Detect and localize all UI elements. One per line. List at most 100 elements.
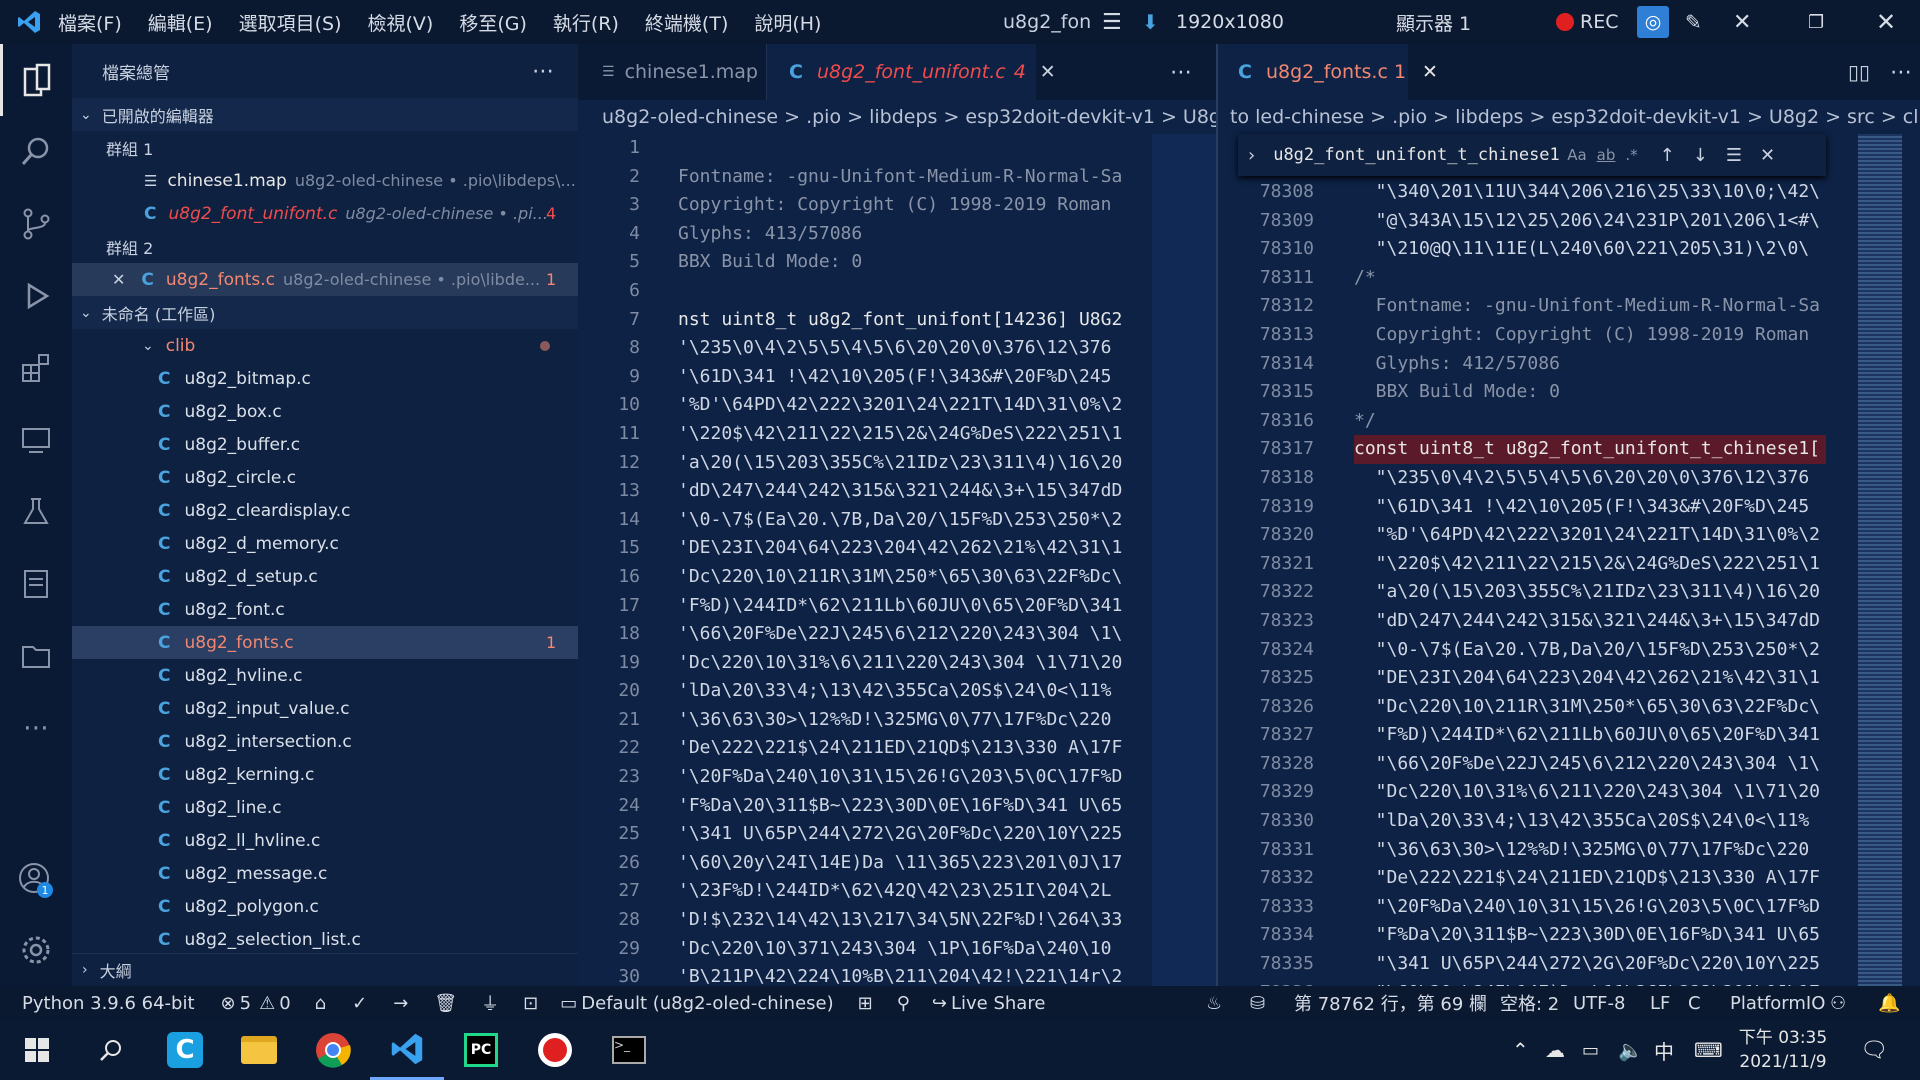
- flame-icon[interactable]: ♨: [1206, 993, 1222, 1014]
- notes-icon[interactable]: [0, 548, 72, 620]
- code-line[interactable]: "\20F%Da\240\10\31\15\26!G\203\5\0C\17F%…: [1354, 893, 1826, 922]
- code-line[interactable]: Copyright: Copyright (C) 1998-2019 Roman: [678, 191, 1152, 220]
- file-item[interactable]: Cu8g2_polygon.c: [72, 890, 578, 923]
- code-line[interactable]: Fontname: -gnu-Unifont-Medium-R-Normal-S…: [678, 163, 1152, 192]
- code-line[interactable]: "\0-\7$(Ea\20.\7B,Da\20/\15F%D\253\250*\…: [1354, 636, 1826, 665]
- open-editor-fonts[interactable]: ✕ C u8g2_fonts.c u8g2-oled-chinese • .pi…: [72, 263, 578, 296]
- code-line[interactable]: "F%D)\244ID*\62\211Lb\60JU\0\65\20F%D\34…: [1354, 721, 1826, 750]
- close-icon[interactable]: ✕: [112, 270, 125, 289]
- file-item[interactable]: Cu8g2_ll_hvline.c: [72, 824, 578, 857]
- code-line[interactable]: */: [1354, 407, 1826, 436]
- indentation[interactable]: 空格: 2: [1500, 990, 1559, 1016]
- code-line[interactable]: 'Dc\220\10\371\243\304 \1P\16F%Da\240\10: [678, 935, 1152, 964]
- keyboard-icon[interactable]: ⌨: [1694, 1038, 1723, 1062]
- code-line[interactable]: "\210@Q\11\11E(L\240\60\221\205\31)\2\0\: [1354, 235, 1826, 264]
- code-line[interactable]: /*: [1354, 264, 1826, 293]
- platformio-label[interactable]: PlatformIO: [1730, 993, 1825, 1014]
- code-line[interactable]: "Dc\220\10\211R\31M\250*\65\30\63\22F%Dc…: [1354, 693, 1826, 722]
- windows-start-icon[interactable]: [0, 1020, 74, 1080]
- code-line[interactable]: Glyphs: 413/57086: [678, 220, 1152, 249]
- clock[interactable]: 下午 03:35 2021/11/9: [1738, 1026, 1828, 1074]
- notification-center-icon[interactable]: 🗨: [1860, 1038, 1888, 1063]
- database-icon[interactable]: ⛁: [1250, 993, 1265, 1014]
- code-line[interactable]: "@\343A\15\12\25\206\24\231P\201\206\1<#…: [1354, 207, 1826, 236]
- search-icon[interactable]: [0, 116, 72, 188]
- file-item[interactable]: Cu8g2_d_setup.c: [72, 560, 578, 593]
- tray-chevron-icon[interactable]: ⌃: [1512, 1038, 1529, 1062]
- code-line[interactable]: "a\20(\15\203\355C%\21IDz\23\311\4)\16\2…: [1354, 578, 1826, 607]
- code-line[interactable]: "lDa\20\33\4;\13\42\355Ca\20S$\24\0<\11%: [1354, 807, 1826, 836]
- match-case-toggle[interactable]: Aa: [1567, 146, 1586, 164]
- vscode-taskbar-icon[interactable]: [370, 1020, 444, 1080]
- next-match-icon[interactable]: ↓: [1693, 145, 1708, 166]
- menu-go[interactable]: 移至(G): [459, 9, 527, 36]
- home-icon[interactable]: ⌂: [315, 993, 326, 1014]
- chrome-icon[interactable]: [296, 1020, 370, 1080]
- code-line[interactable]: '\61D\341 !\42\10\205(F!\343&#\20F%D\245: [678, 363, 1152, 392]
- code-line[interactable]: '\341 U\65P\244\272\2G\20F%Dc\220\10Y\22…: [678, 820, 1152, 849]
- code-area-1[interactable]: Fontname: -gnu-Unifont-Medium-R-Normal-S…: [678, 134, 1152, 992]
- menu-help[interactable]: 說明(H): [754, 9, 821, 36]
- file-item[interactable]: Cu8g2_selection_list.c: [72, 923, 578, 956]
- open-editor-chinese1-map[interactable]: ☰ chinese1.map u8g2-oled-chinese • .pio\…: [72, 164, 578, 197]
- clean-trash-icon[interactable]: 🗑: [434, 993, 457, 1014]
- code-line[interactable]: 'D!$\232\14\42\13\217\34\5N\22F%D!\264\3…: [678, 906, 1152, 935]
- chevron-right-icon[interactable]: ›: [1248, 145, 1255, 166]
- file-item[interactable]: Cu8g2_font.c: [72, 593, 578, 626]
- code-line[interactable]: '\36\63\30>\12%%D!\325MG\0\77\17F%Dc\220: [678, 706, 1152, 735]
- file-item[interactable]: Cu8g2_fonts.c 1: [72, 626, 578, 659]
- code-line[interactable]: '\23F%D!\244ID*\62\42Q\42\23\251I\204\2L: [678, 877, 1152, 906]
- restore-window-icon[interactable]: ❐: [1808, 12, 1824, 33]
- feedback-icon[interactable]: ⚇: [1830, 993, 1846, 1014]
- code-line[interactable]: 'dD\247\244\242\315&\321\244&\3+\15\347d…: [678, 477, 1152, 506]
- terminal-icon[interactable]: ⊡: [523, 993, 538, 1014]
- account-icon[interactable]: 1: [0, 844, 72, 916]
- close-recorder-icon[interactable]: ✕: [1733, 10, 1751, 35]
- language-mode[interactable]: C: [1688, 993, 1701, 1014]
- volume-muted-icon[interactable]: 🔈: [1618, 1038, 1643, 1062]
- code-line[interactable]: "\235\0\4\2\5\5\4\5\6\20\20\0\376\12\376: [1354, 464, 1826, 493]
- code-line[interactable]: "\66\20F%De\22J\245\6\212\220\243\304 \1…: [1354, 750, 1826, 779]
- code-line[interactable]: "\36\63\30>\12%%D!\325MG\0\77\17F%Dc\220: [1354, 836, 1826, 865]
- open-editor-unifont[interactable]: C u8g2_font_unifont.c u8g2-oled-chinese …: [72, 197, 578, 230]
- code-line[interactable]: '%D'\64PD\42\222\3201\24\221T\14D\31\0%\…: [678, 391, 1152, 420]
- find-in-selection-icon[interactable]: ☰: [1726, 145, 1742, 166]
- code-line[interactable]: const uint8_t u8g2_font_unifont_t_chines…: [1354, 435, 1826, 464]
- terminal-app-icon[interactable]: >_: [592, 1020, 666, 1080]
- c-app-icon[interactable]: C: [148, 1020, 222, 1080]
- code-line[interactable]: [678, 277, 1152, 306]
- environment-selector[interactable]: ▭ Default (u8g2-oled-chinese): [560, 993, 833, 1014]
- code-line[interactable]: 'Dc\220\10\31%\6\211\220\243\304 \1\71\2…: [678, 649, 1152, 678]
- live-share[interactable]: ↪ Live Share: [932, 993, 1046, 1014]
- python-interpreter[interactable]: Python 3.9.6 64-bit: [22, 993, 195, 1014]
- encoding[interactable]: UTF-8: [1573, 993, 1625, 1014]
- tab-more-icon[interactable]: ⋯: [1170, 60, 1192, 85]
- folder-clib[interactable]: ⌄ clib: [72, 329, 578, 362]
- problems-indicator[interactable]: ⊗ 5 ⚠ 0: [221, 993, 291, 1014]
- code-line[interactable]: 'De\222\221$\24\211ED\21QD$\213\330 A\17…: [678, 734, 1152, 763]
- code-line[interactable]: [678, 134, 1152, 163]
- code-line[interactable]: '\0-\7$(Ea\20.\7B,Da\20/\15F%D\253\250*\…: [678, 506, 1152, 535]
- recorder-app-icon[interactable]: [518, 1020, 592, 1080]
- code-line[interactable]: "De\222\221$\24\211ED\21QD$\213\330 A\17…: [1354, 864, 1826, 893]
- menu-lines-icon[interactable]: ☰: [1102, 10, 1122, 35]
- cursor-position[interactable]: 第 78762 行，第 69 欄: [1294, 990, 1487, 1016]
- code-line[interactable]: '\66\20F%De\22J\245\6\212\220\243\304 \1…: [678, 620, 1152, 649]
- breadcrumb-2[interactable]: to led-chinese > .pio > libdeps > esp32d…: [1218, 100, 1920, 134]
- file-item[interactable]: Cu8g2_bitmap.c: [72, 362, 578, 395]
- code-line[interactable]: "dD\247\244\242\315&\321\244&\3+\15\347d…: [1354, 607, 1826, 636]
- file-item[interactable]: Cu8g2_line.c: [72, 791, 578, 824]
- build-check-icon[interactable]: ✓: [352, 993, 367, 1014]
- code-line[interactable]: "\220$\42\211\22\215\2&\24G%DeS\222\251\…: [1354, 550, 1826, 579]
- open-editors-header[interactable]: ⌄ 已開啟的編輯器: [72, 98, 578, 131]
- code-line[interactable]: "%D'\64PD\42\222\3201\24\221T\14D\31\0%\…: [1354, 521, 1826, 550]
- close-window-icon[interactable]: ✕: [1876, 8, 1896, 36]
- file-item[interactable]: Cu8g2_circle.c: [72, 461, 578, 494]
- code-line[interactable]: "DE\23I\204\64\223\204\42\262\21%\42\31\…: [1354, 664, 1826, 693]
- close-icon[interactable]: ✕: [1422, 61, 1438, 83]
- workspace-header[interactable]: ⌄ 未命名 (工作區): [72, 296, 578, 329]
- split-editor-icon[interactable]: ▯▯: [1848, 60, 1870, 84]
- code-line[interactable]: Glyphs: 412/57086: [1354, 350, 1826, 379]
- code-line[interactable]: 'Dc\220\10\211R\31M\250*\65\30\63\22F%Dc…: [678, 563, 1152, 592]
- line-ending[interactable]: LF: [1650, 993, 1670, 1014]
